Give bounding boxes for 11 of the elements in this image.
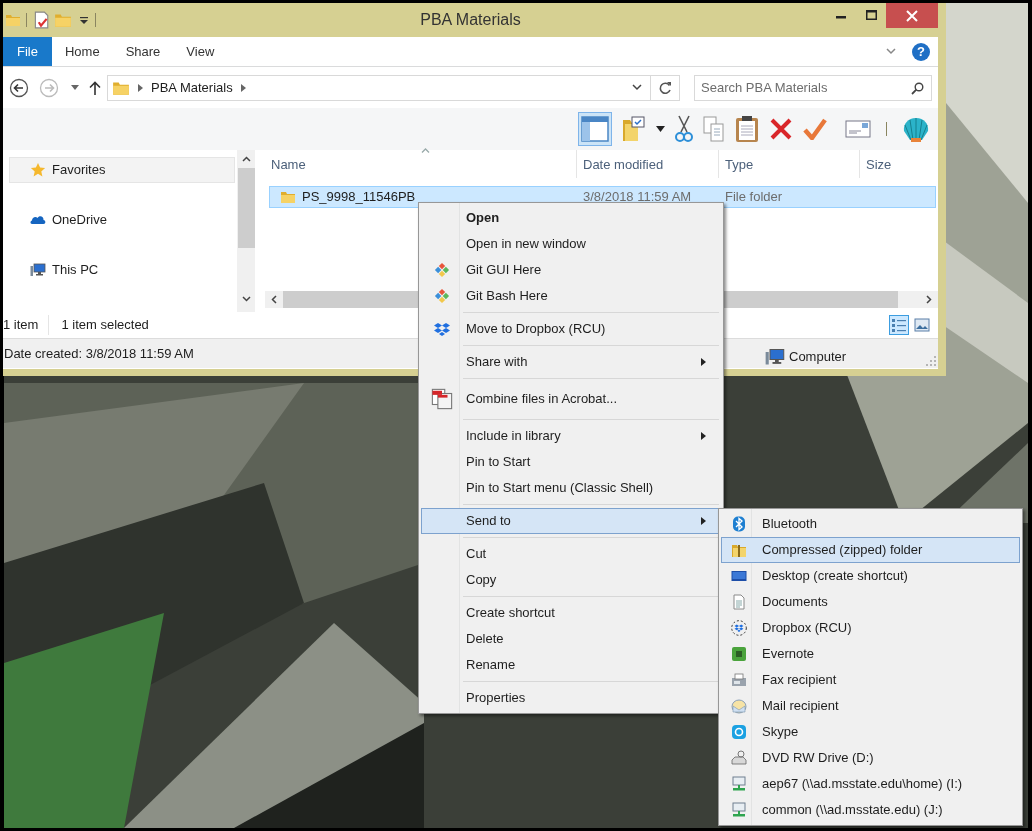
location-label: Computer: [789, 348, 847, 367]
nav-label: This PC: [52, 261, 99, 280]
file-name: PS_9998_11546PB: [302, 188, 416, 207]
type-cell-text: File folder: [724, 188, 783, 207]
nav-label: OneDrive: [52, 211, 107, 230]
nav-label: Favorites: [52, 161, 106, 180]
selection-count: 1 item selected: [60, 316, 149, 335]
item-count: 1 item: [3, 315, 50, 335]
details-text: Date created: 3/8/2018 11:59 AM: [3, 344, 194, 363]
window-title: PBA Materials: [420, 11, 521, 28]
date-cell-text: 3/8/2018 11:59 AM: [582, 188, 693, 207]
